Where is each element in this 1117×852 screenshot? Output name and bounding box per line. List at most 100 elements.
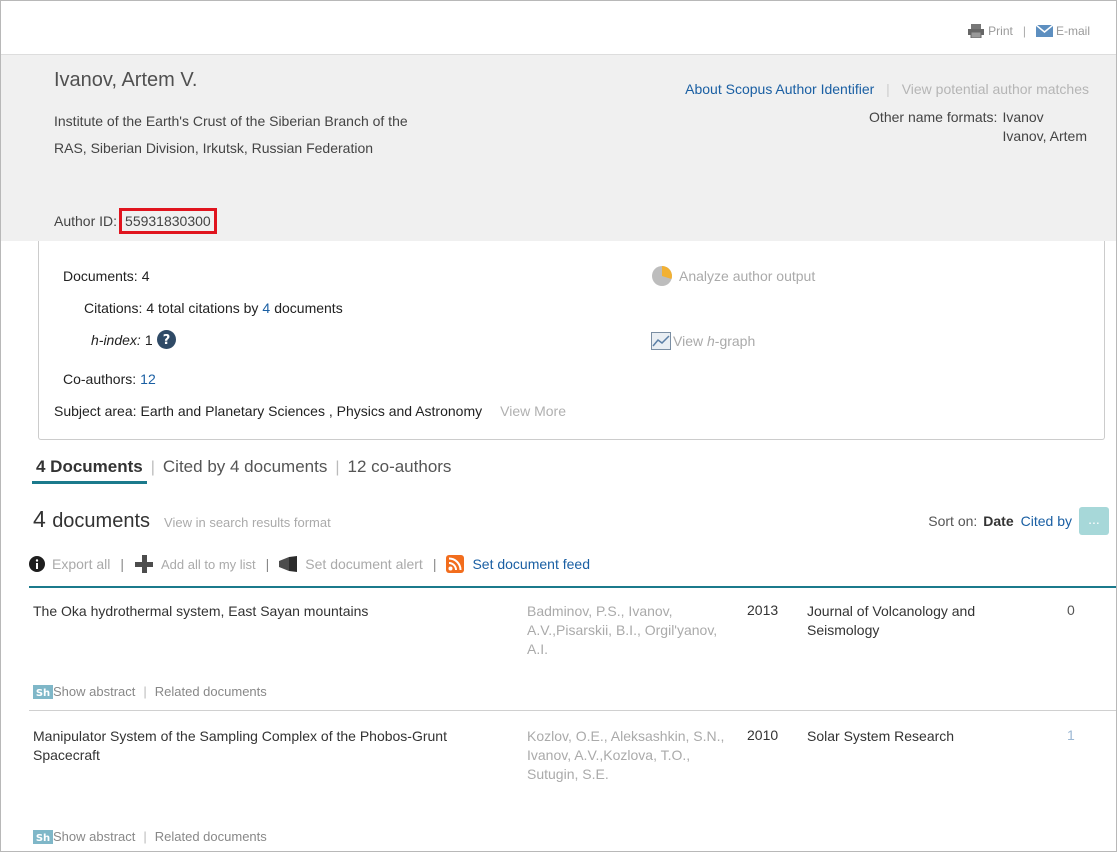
coauthors-link[interactable]: 12 (140, 371, 156, 387)
analyze-author-output-link[interactable]: Analyze author output (651, 265, 815, 287)
sort-controls: Sort on: Date Cited by ... (928, 507, 1109, 535)
document-row: The Oka hydrothermal system, East Sayan … (1, 602, 1116, 712)
hindex-row: h-index: 1 ? (91, 330, 176, 349)
analyze-label: Analyze author output (679, 268, 816, 284)
set-document-alert-button[interactable]: Set document alert (279, 556, 423, 572)
separator: | (1022, 24, 1026, 38)
coauthors-label: Co-authors: (63, 371, 137, 387)
toolbar-divider (29, 586, 1116, 588)
author-id-label: Author ID: (54, 213, 118, 229)
tab-documents[interactable]: 4 Documents (32, 457, 147, 484)
print-label: Print (988, 24, 1013, 38)
help-icon[interactable]: ? (156, 330, 176, 349)
document-links: Sh Show abstract | Related documents (33, 829, 267, 844)
print-link[interactable]: Print (968, 24, 1013, 38)
other-name: Ivanov, Artem (1002, 128, 1087, 144)
coauthors-row: Co-authors: 12 (63, 371, 156, 387)
citations-suffix: documents (274, 300, 343, 316)
separator: | (265, 556, 270, 572)
sort-date-option[interactable]: Date (983, 513, 1013, 529)
email-link[interactable]: E-mail (1035, 24, 1090, 38)
tab-cited-by[interactable]: Cited by 4 documents (159, 457, 331, 484)
citations-prefix: 4 total citations by (146, 300, 259, 316)
document-authors[interactable]: Badminov, P.S., Ivanov, A.V.,Pisarskii, … (527, 602, 737, 659)
citations-row: Citations: 4 total citations by 4 docume… (84, 300, 343, 316)
separator: | (335, 458, 340, 476)
add-all-to-list-button[interactable]: Add all to my list (134, 554, 256, 574)
document-source[interactable]: Journal of Volcanology and Seismology (807, 602, 1027, 640)
info-icon (29, 556, 45, 572)
subject-area-label: Subject area: (54, 403, 137, 419)
rss-icon (446, 555, 465, 573)
other-name: Ivanov (1002, 109, 1044, 125)
documents-count: 4 (33, 506, 46, 532)
documents-toolbar: Export all | Add all to my list | Set do… (29, 554, 590, 574)
about-author-identifier-link[interactable]: About Scopus Author Identifier (685, 81, 874, 97)
export-all-button[interactable]: Export all (29, 556, 110, 572)
svg-text:Sh: Sh (36, 833, 50, 844)
document-links: Sh Show abstract | Related documents (33, 684, 267, 699)
svg-text:Sh: Sh (36, 688, 50, 699)
separator: | (886, 81, 890, 97)
pie-chart-icon (652, 266, 672, 286)
graph-icon (651, 332, 671, 350)
author-details-page: Print | E-mail Ivanov, Artem V. Institut… (0, 0, 1117, 852)
sort-cited-by-option[interactable]: Cited by (1021, 513, 1072, 529)
more-sort-options-button[interactable]: ... (1079, 507, 1109, 535)
document-year: 2013 (747, 602, 779, 618)
document-row: Manipulator System of the Sampling Compl… (1, 727, 1116, 851)
citations-label: Citations: (84, 300, 143, 316)
view-more-link[interactable]: View More (500, 403, 566, 419)
separator: | (120, 556, 124, 572)
add-all-label: Add all to my list (161, 556, 256, 572)
view-search-results-link[interactable]: View in search results format (164, 515, 331, 530)
documents-header: 4 documents View in search results forma… (33, 506, 331, 533)
related-documents-link[interactable]: Related documents (155, 684, 267, 699)
documents-count-heading: 4 documents (33, 506, 150, 533)
document-source[interactable]: Solar System Research (807, 727, 1027, 746)
tab-coauthors[interactable]: 12 co-authors (343, 457, 455, 484)
subject-area-value: Earth and Planetary Sciences , Physics a… (140, 403, 483, 419)
hindex-value: 1 (144, 331, 153, 348)
citations-documents-link[interactable]: 4 (262, 300, 270, 316)
documents-label: Documents: (63, 268, 138, 284)
author-header: Ivanov, Artem V. Institute of the Earth'… (1, 55, 1116, 241)
hgraph-suffix: -graph (714, 333, 756, 349)
show-abstract-link[interactable]: Show abstract (53, 829, 135, 844)
set-document-feed-button[interactable]: Set document feed (446, 555, 590, 573)
top-action-bar: Print | E-mail (1, 1, 1116, 55)
other-names-label: Other name formats: (869, 109, 998, 125)
show-abstract-icon: Sh (33, 829, 53, 844)
svg-text:?: ? (162, 333, 170, 348)
author-tabs: 4 Documents | Cited by 4 documents | 12 … (32, 457, 455, 484)
author-name: Ivanov, Artem V. (54, 69, 198, 91)
row-divider (29, 710, 1116, 711)
email-label: E-mail (1055, 24, 1090, 38)
document-authors[interactable]: Kozlov, O.E., Aleksashkin, S.N., Ivanov,… (527, 727, 737, 784)
megaphone-icon (279, 556, 298, 572)
view-hgraph-link[interactable]: View h -graph (651, 332, 755, 350)
printer-icon (968, 24, 985, 38)
envelope-icon (1035, 25, 1053, 37)
set-feed-label: Set document feed (472, 556, 590, 572)
hindex-label: h-index: (91, 331, 141, 348)
document-year: 2010 (747, 727, 779, 743)
sort-label: Sort on: (928, 513, 978, 529)
document-title[interactable]: The Oka hydrothermal system, East Sayan … (33, 602, 503, 621)
document-cited-by-link[interactable]: 1 (1067, 727, 1075, 743)
separator: | (432, 556, 437, 572)
author-metrics-panel: Documents: 4 Citations: 4 total citation… (38, 241, 1105, 440)
document-cited-by: 0 (1067, 602, 1075, 618)
show-abstract-link[interactable]: Show abstract (53, 684, 135, 699)
hgraph-prefix: View (673, 333, 704, 349)
hgraph-h: h (706, 333, 715, 349)
export-all-label: Export all (52, 556, 111, 572)
view-potential-matches-link[interactable]: View potential author matches (902, 81, 1089, 97)
documents-count-label: documents (52, 510, 151, 532)
related-documents-link[interactable]: Related documents (155, 829, 267, 844)
subject-area-row: Subject area: Earth and Planetary Scienc… (54, 403, 566, 419)
separator: | (143, 829, 147, 844)
author-affiliation: Institute of the Earth's Crust of the Si… (54, 113, 408, 156)
document-title[interactable]: Manipulator System of the Sampling Compl… (33, 727, 503, 765)
plus-icon (135, 555, 153, 573)
